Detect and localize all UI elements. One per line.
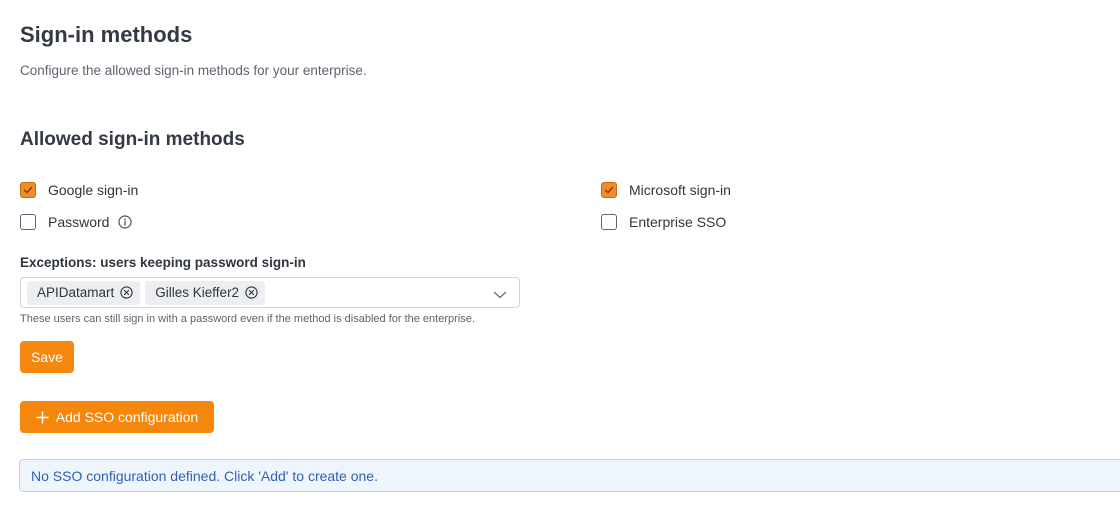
exceptions-helper-text: These users can still sign in with a pas… [20,313,475,325]
checkmark-icon [604,186,614,194]
password-option[interactable]: Password [20,212,133,232]
checkmark-icon [23,186,33,194]
password-label: Password [48,214,110,230]
info-icon[interactable] [118,215,133,229]
user-chip: Gilles Kieffer2 [145,280,266,305]
chevron-down-icon[interactable] [493,287,507,305]
exceptions-user-select[interactable]: APIDatamart Gilles Kieffer2 [20,277,520,308]
user-chip: APIDatamart [27,280,141,305]
google-signin-label: Google sign-in [48,182,139,198]
user-chip-label: APIDatamart [37,285,115,300]
password-checkbox[interactable] [20,214,36,230]
remove-chip-icon[interactable] [120,286,133,299]
add-sso-label: Add SSO configuration [55,409,199,425]
page-subtitle: Configure the allowed sign-in methods fo… [20,63,367,78]
user-chip-label: Gilles Kieffer2 [155,285,240,300]
sso-info-text: No SSO configuration defined. Click 'Add… [31,467,378,484]
google-signin-checkbox[interactable] [20,182,36,198]
allowed-methods-title: Allowed sign-in methods [20,129,245,150]
enterprise-sso-label: Enterprise SSO [629,214,727,230]
microsoft-signin-option[interactable]: Microsoft sign-in [601,180,731,200]
exceptions-label: Exceptions: users keeping password sign-… [20,255,306,270]
remove-chip-icon[interactable] [245,286,258,299]
plus-icon [36,410,49,424]
sso-info-alert: No SSO configuration defined. Click 'Add… [19,459,1120,492]
page-title: Sign-in methods [20,22,193,47]
microsoft-signin-checkbox[interactable] [601,182,617,198]
save-button[interactable]: Save [20,341,74,373]
enterprise-sso-checkbox[interactable] [601,214,617,230]
enterprise-sso-option[interactable]: Enterprise SSO [601,212,726,232]
google-signin-option[interactable]: Google sign-in [20,180,138,200]
microsoft-signin-label: Microsoft sign-in [629,182,731,198]
add-sso-configuration-button[interactable]: Add SSO configuration [20,401,214,433]
